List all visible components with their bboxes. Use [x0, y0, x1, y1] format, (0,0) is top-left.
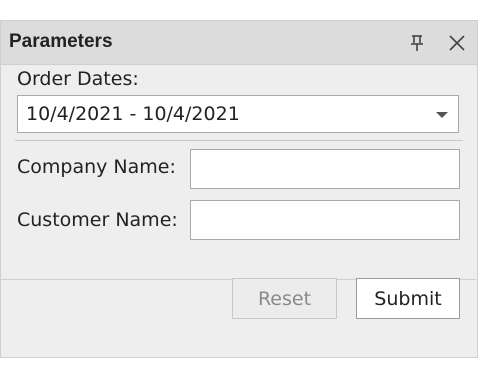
reset-button[interactable]: Reset	[232, 278, 337, 319]
submit-button[interactable]: Submit	[356, 278, 460, 319]
chevron-down-icon[interactable]	[436, 112, 448, 118]
order-dates-value: 10/4/2021 - 10/4/2021	[26, 103, 240, 125]
customer-name-input[interactable]	[190, 200, 460, 240]
close-icon[interactable]	[445, 31, 469, 55]
company-name-label: Company Name:	[17, 156, 176, 178]
company-name-input[interactable]	[190, 149, 460, 189]
panel-title: Parameters	[9, 31, 113, 52]
divider	[15, 140, 463, 141]
customer-name-label: Customer Name:	[17, 209, 178, 231]
order-dates-label: Order Dates:	[17, 68, 139, 90]
pin-icon[interactable]	[405, 31, 429, 55]
panel-header: Parameters	[1, 21, 477, 65]
order-dates-dropdown[interactable]: 10/4/2021 - 10/4/2021	[17, 95, 459, 133]
